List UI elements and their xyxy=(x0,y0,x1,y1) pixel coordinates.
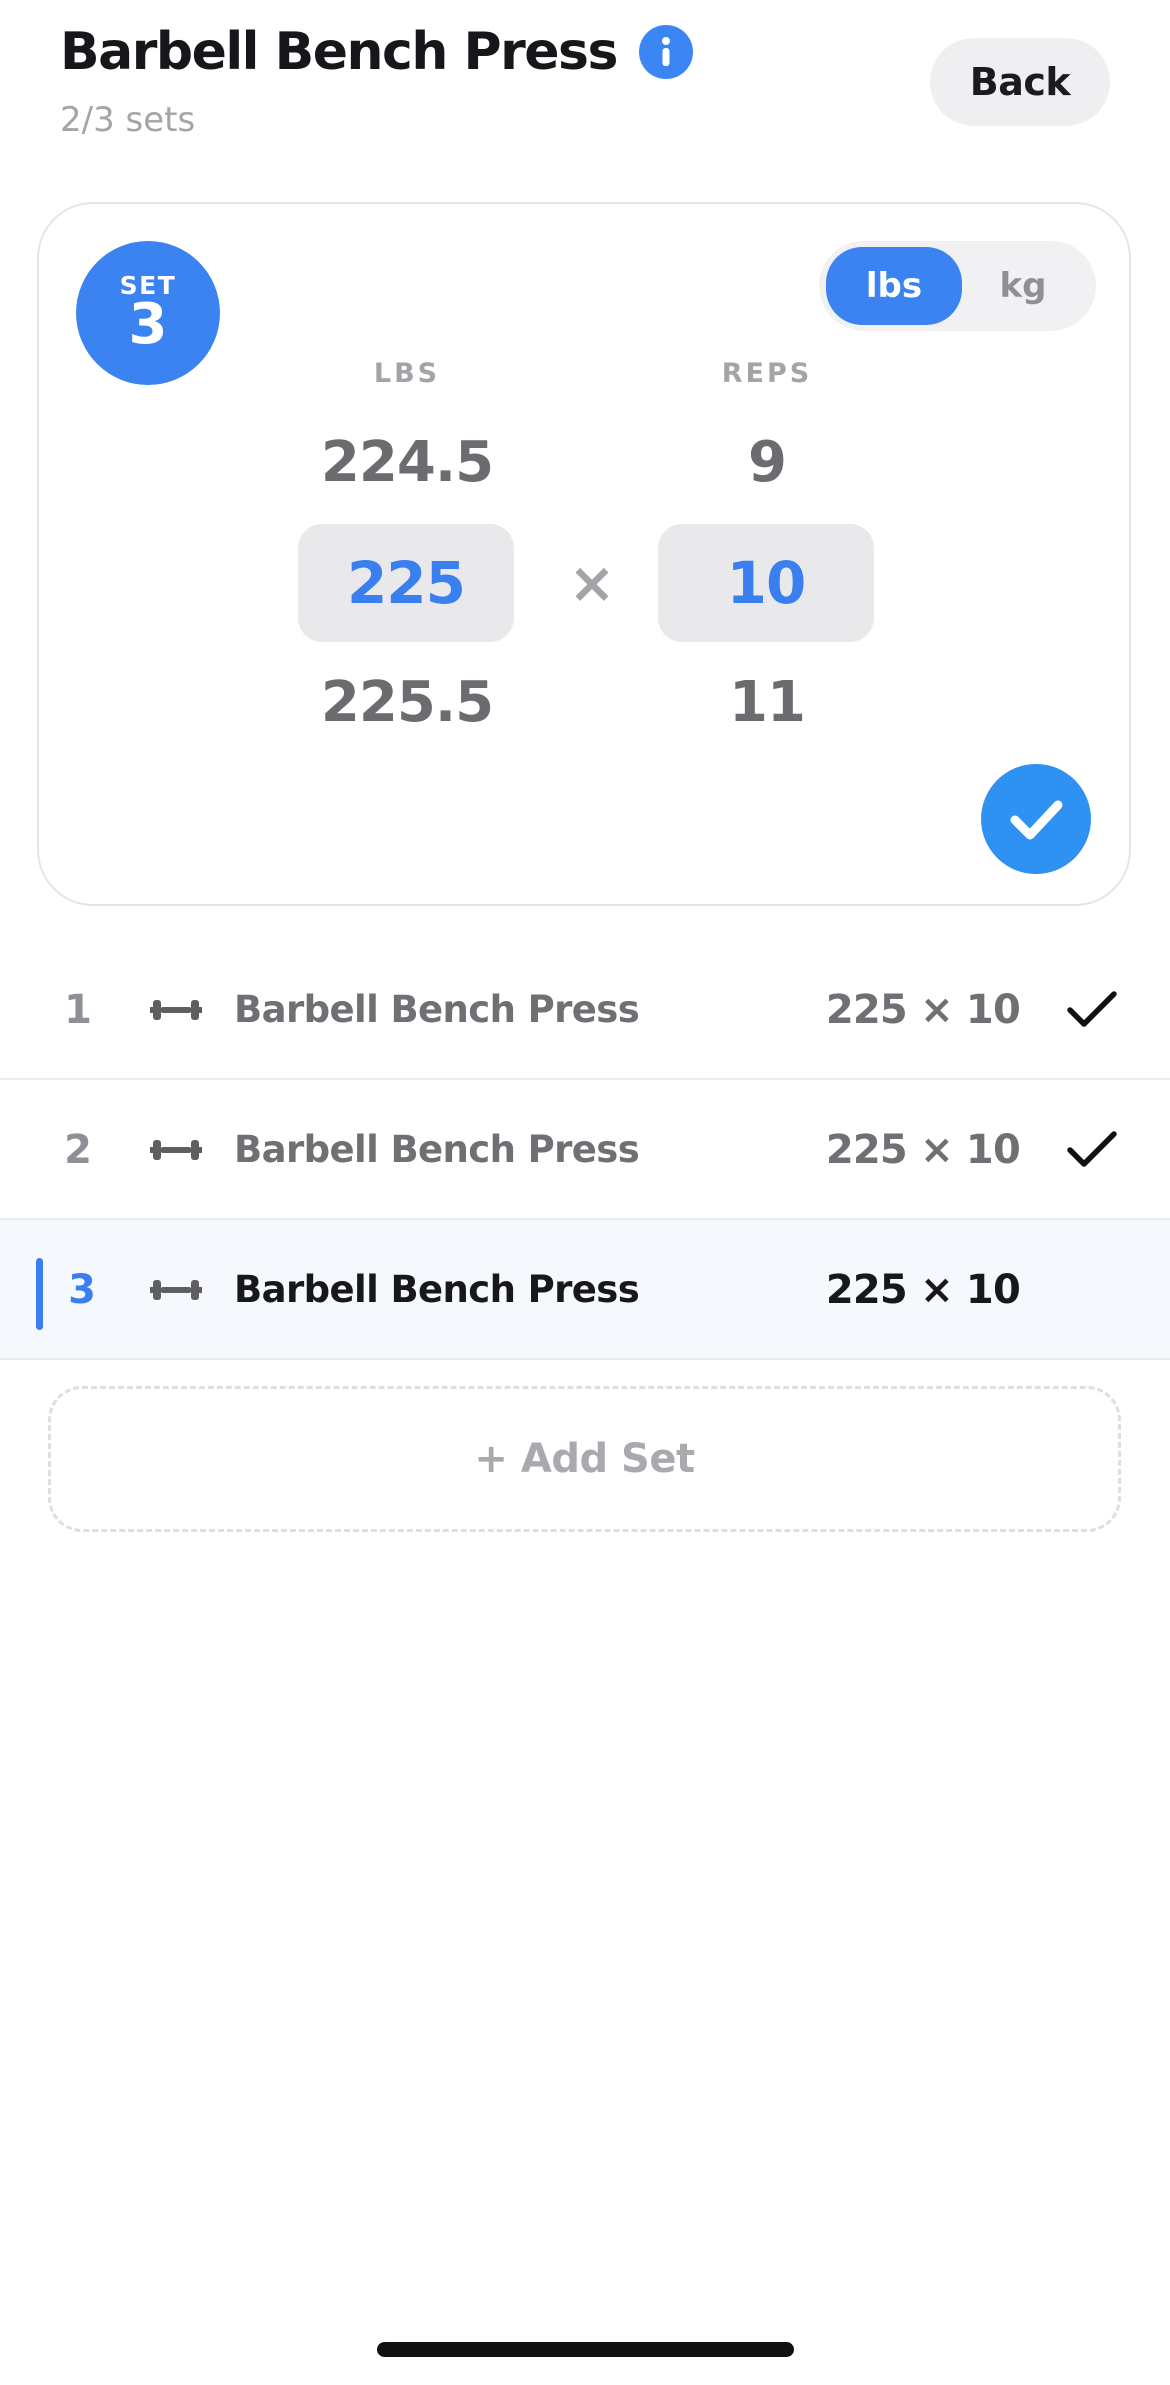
home-indicator[interactable] xyxy=(377,2342,794,2357)
weight-picker-selected[interactable]: 225 xyxy=(298,524,514,642)
set-row-current[interactable]: 3 Barbell Bench Press 225 × 10 xyxy=(0,1220,1170,1360)
set-row[interactable]: 2 Barbell Bench Press 225 × 10 xyxy=(0,1080,1170,1220)
reps-picker-selected[interactable]: 10 xyxy=(658,524,874,642)
set-badge-number: 3 xyxy=(128,292,168,357)
weight-option-below[interactable]: 225.5 xyxy=(297,670,517,735)
unit-option-kg[interactable]: kg xyxy=(955,247,1091,325)
dumbbell-icon xyxy=(150,1000,202,1020)
sets-progress: 2/3 sets xyxy=(60,100,196,140)
times-sign: × xyxy=(568,551,616,616)
reps-option-below[interactable]: 11 xyxy=(657,670,877,735)
set-number: 3 xyxy=(68,1267,96,1313)
set-weight-reps: 225 × 10 xyxy=(825,1127,1021,1173)
header: Barbell Bench Press 2/3 sets Back xyxy=(0,0,1170,180)
weight-column-label: LBS xyxy=(373,358,441,389)
info-icon[interactable] xyxy=(638,25,693,79)
exercise-name: Barbell Bench Press xyxy=(234,988,640,1031)
set-weight-reps: 225 × 10 xyxy=(825,987,1021,1033)
page-title: Barbell Bench Press xyxy=(60,22,618,82)
exercise-name: Barbell Bench Press xyxy=(234,1268,640,1311)
completed-check-icon xyxy=(1067,1131,1117,1167)
unit-toggle: lbs kg xyxy=(819,241,1096,331)
completed-check-icon xyxy=(1067,991,1117,1027)
reps-option-above[interactable]: 9 xyxy=(657,430,877,495)
exercise-name: Barbell Bench Press xyxy=(234,1128,640,1171)
set-list: 1 Barbell Bench Press 225 × 10 2 Barbell… xyxy=(0,940,1170,1360)
set-number: 2 xyxy=(64,1127,92,1173)
reps-column-label: REPS xyxy=(721,358,813,389)
dumbbell-icon xyxy=(150,1280,202,1300)
set-editor-card: SET 3 lbs kg LBS REPS 224.5 9 225 × 10 2… xyxy=(37,202,1131,906)
unit-option-lbs[interactable]: lbs xyxy=(826,247,962,325)
dumbbell-icon xyxy=(150,1140,202,1160)
set-row[interactable]: 1 Barbell Bench Press 225 × 10 xyxy=(0,940,1170,1080)
current-set-indicator xyxy=(36,1258,43,1330)
weight-option-above[interactable]: 224.5 xyxy=(297,430,517,495)
set-weight-reps: 225 × 10 xyxy=(825,1267,1021,1313)
confirm-set-button[interactable] xyxy=(981,764,1091,874)
title-wrap: Barbell Bench Press xyxy=(60,22,693,82)
add-set-button[interactable]: + Add Set xyxy=(48,1386,1121,1532)
set-number: 1 xyxy=(64,987,92,1033)
set-badge: SET 3 xyxy=(76,241,220,385)
checkmark-icon xyxy=(1010,800,1063,840)
back-button[interactable]: Back xyxy=(930,38,1110,126)
